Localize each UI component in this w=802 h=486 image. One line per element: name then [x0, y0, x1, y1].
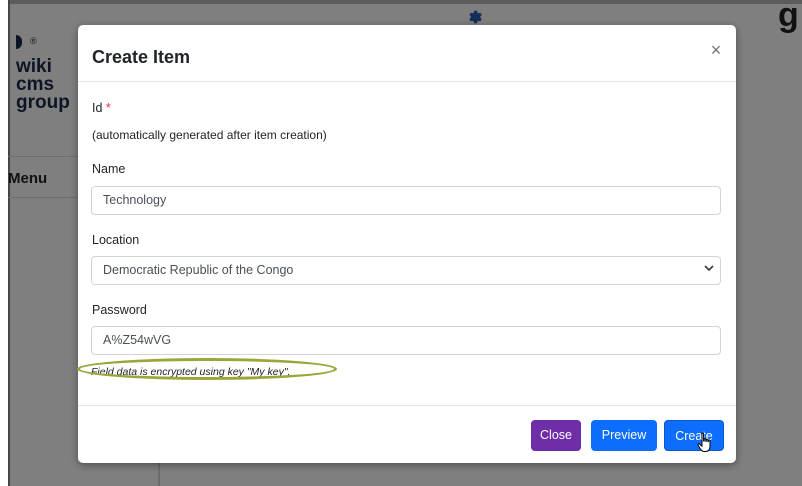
modal-footer-divider — [78, 405, 736, 406]
close-button[interactable]: Close — [531, 420, 581, 451]
modal-title: Create Item — [92, 47, 191, 67]
highlight-ellipse — [77, 358, 337, 380]
hand-pointer-cursor-icon — [697, 432, 711, 452]
id-help-text: (automatically generated after item crea… — [92, 128, 327, 142]
id-label-text: Id — [92, 101, 103, 115]
create-item-modal: Create Item × Id * (automatically genera… — [77, 25, 736, 463]
create-button[interactable]: Create — [664, 420, 724, 451]
preview-button[interactable]: Preview — [591, 420, 657, 451]
name-input[interactable]: Technology — [91, 186, 721, 215]
required-marker: * — [105, 101, 111, 115]
name-label: Name — [92, 162, 126, 176]
password-input-value: A%Z54wVG — [103, 333, 172, 347]
close-icon[interactable]: × — [705, 39, 727, 61]
password-input[interactable]: A%Z54wVG — [91, 326, 721, 355]
id-label: Id * — [92, 101, 111, 115]
password-label: Password — [92, 303, 147, 317]
browser-viewport: ® wiki cms group g Menu Create Item × Id… — [8, 0, 802, 486]
location-select-value: Democratic Republic of the Congo — [103, 263, 294, 277]
location-select[interactable]: Democratic Republic of the Congo — [91, 256, 721, 285]
chevron-down-icon — [704, 257, 714, 284]
name-input-value: Technology — [103, 193, 167, 207]
location-label: Location — [92, 233, 140, 247]
modal-header: Create Item × — [78, 25, 736, 82]
